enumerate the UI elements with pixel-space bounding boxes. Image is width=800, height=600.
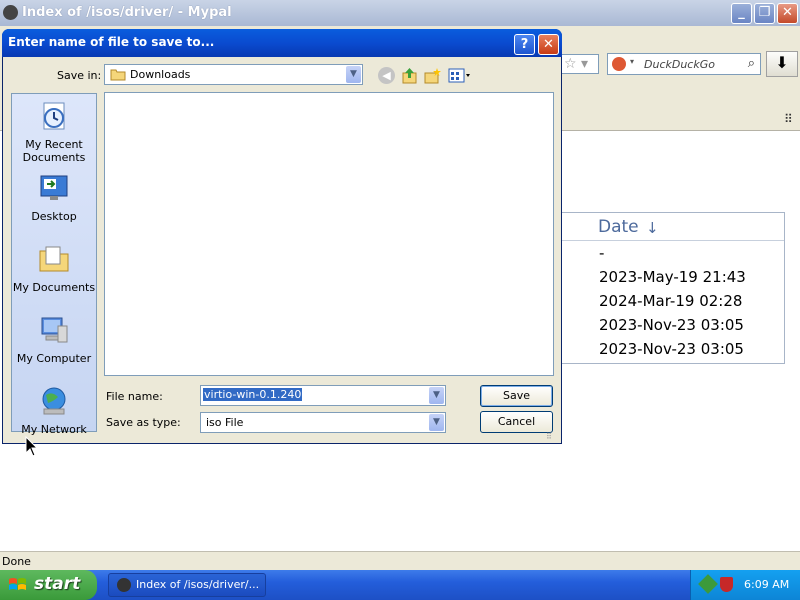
file-name-value: virtio-win-0.1.240	[203, 388, 303, 401]
place-label: My Documents	[12, 281, 96, 294]
date-cell: 2023-Nov-23 03:05	[599, 316, 744, 334]
security-shield-icon[interactable]	[720, 577, 733, 592]
dialog-close-button[interactable]: ✕	[538, 34, 559, 55]
taskbar-item-browser[interactable]: Index of /isos/driver/...	[108, 573, 266, 597]
mouse-pointer-icon	[25, 436, 39, 457]
network-tray-icon[interactable]	[698, 574, 718, 594]
browser-title-bar: Index of /isos/driver/ - Mypal _ ❐ ✕	[0, 0, 800, 27]
directory-listing-table: Date ↓ - 2023-May-19 21:43 2024-Mar-19 0…	[560, 212, 785, 364]
search-icon[interactable]: ⌕	[748, 56, 755, 71]
my-documents-icon	[39, 246, 69, 272]
search-box[interactable]: ▾ DuckDuckGo ⌕	[607, 53, 761, 75]
save-as-type-value: iso File	[206, 416, 244, 429]
date-cell: 2024-Mar-19 02:28	[599, 292, 743, 310]
place-my-documents[interactable]: My Documents	[12, 243, 96, 294]
chevron-down-icon[interactable]: ▼	[429, 387, 444, 404]
date-column-header[interactable]: Date	[598, 217, 639, 237]
view-menu-icon[interactable]	[448, 67, 472, 84]
browser-title: Index of /isos/driver/ - Mypal	[22, 5, 232, 20]
recent-documents-icon	[43, 102, 65, 130]
save-in-value: Downloads	[130, 68, 191, 81]
status-text: Done	[2, 555, 31, 568]
file-list[interactable]	[104, 92, 554, 376]
places-bar: My RecentDocuments Desktop My Documents	[11, 93, 97, 436]
chevron-down-icon[interactable]: ▼	[346, 66, 361, 83]
save-as-type-dropdown[interactable]: iso File ▼	[200, 412, 446, 433]
mypal-icon	[3, 5, 18, 20]
my-network-icon	[42, 387, 66, 415]
date-cell: 2023-May-19 21:43	[599, 268, 746, 286]
maximize-button[interactable]: ❐	[754, 3, 775, 24]
save-file-dialog: Enter name of file to save to... ? ✕ Sav…	[2, 29, 562, 444]
place-recent-documents[interactable]: My Recent Documents	[12, 100, 96, 164]
save-as-type-label: Save as type:	[106, 416, 181, 429]
place-label: My Computer	[16, 352, 92, 365]
mypal-icon	[117, 578, 131, 592]
date-cell: -	[599, 244, 605, 262]
cancel-button[interactable]: Cancel	[480, 411, 553, 433]
start-label: start	[34, 574, 81, 594]
place-my-computer[interactable]: My Computer	[12, 314, 96, 365]
save-button[interactable]: Save	[480, 385, 553, 407]
bookmark-star-icon[interactable]: ☆ ▾	[561, 54, 599, 74]
desktop-icon	[40, 175, 68, 200]
windows-logo-icon	[9, 578, 26, 590]
close-button[interactable]: ✕	[777, 3, 798, 24]
place-label: Desktop	[31, 210, 77, 223]
save-in-label: Save in:	[57, 69, 102, 82]
sort-descending-icon: ↓	[646, 219, 659, 237]
dialog-title-bar: Enter name of file to save to...	[2, 29, 562, 57]
save-in-dropdown[interactable]: Downloads ▼	[104, 64, 363, 85]
back-icon[interactable]: ◀	[378, 67, 395, 84]
search-placeholder: DuckDuckGo	[644, 58, 715, 71]
dialog-title: Enter name of file to save to...	[8, 35, 215, 49]
my-computer-icon	[41, 317, 68, 343]
chevron-down-icon[interactable]: ▼	[429, 414, 444, 431]
help-button[interactable]: ?	[514, 34, 535, 55]
place-label: My Network	[21, 423, 87, 436]
header-divider	[560, 240, 784, 241]
duckduckgo-icon[interactable]	[612, 57, 626, 71]
date-cell: 2023-Nov-23 03:05	[599, 340, 744, 358]
minimize-button[interactable]: _	[731, 3, 752, 24]
place-desktop[interactable]: Desktop	[12, 172, 96, 223]
place-my-network[interactable]: My Network	[12, 385, 96, 436]
resize-grip-icon[interactable]: ⠿	[546, 432, 552, 441]
place-label: My Recent Documents	[22, 138, 86, 164]
clock: 6:09 AM	[744, 578, 790, 591]
overflow-grip-icon[interactable]: ⠿	[784, 112, 793, 126]
file-name-input[interactable]: virtio-win-0.1.240 ▼	[200, 385, 446, 406]
system-tray: 6:09 AM	[690, 570, 800, 600]
file-name-label: File name:	[106, 390, 163, 403]
download-arrow-icon: ⬇	[775, 53, 789, 72]
download-button[interactable]: ⬇	[766, 51, 798, 77]
up-folder-icon[interactable]	[401, 67, 418, 84]
status-bar: Done	[0, 551, 800, 571]
new-folder-icon[interactable]	[424, 67, 441, 84]
taskbar-item-label: Index of /isos/driver/...	[136, 578, 260, 591]
taskbar: start Index of /isos/driver/... 6:09 AM	[0, 570, 800, 600]
start-button[interactable]: start	[0, 570, 97, 600]
folder-icon	[110, 69, 126, 81]
engine-dropdown-icon[interactable]: ▾	[630, 57, 634, 66]
